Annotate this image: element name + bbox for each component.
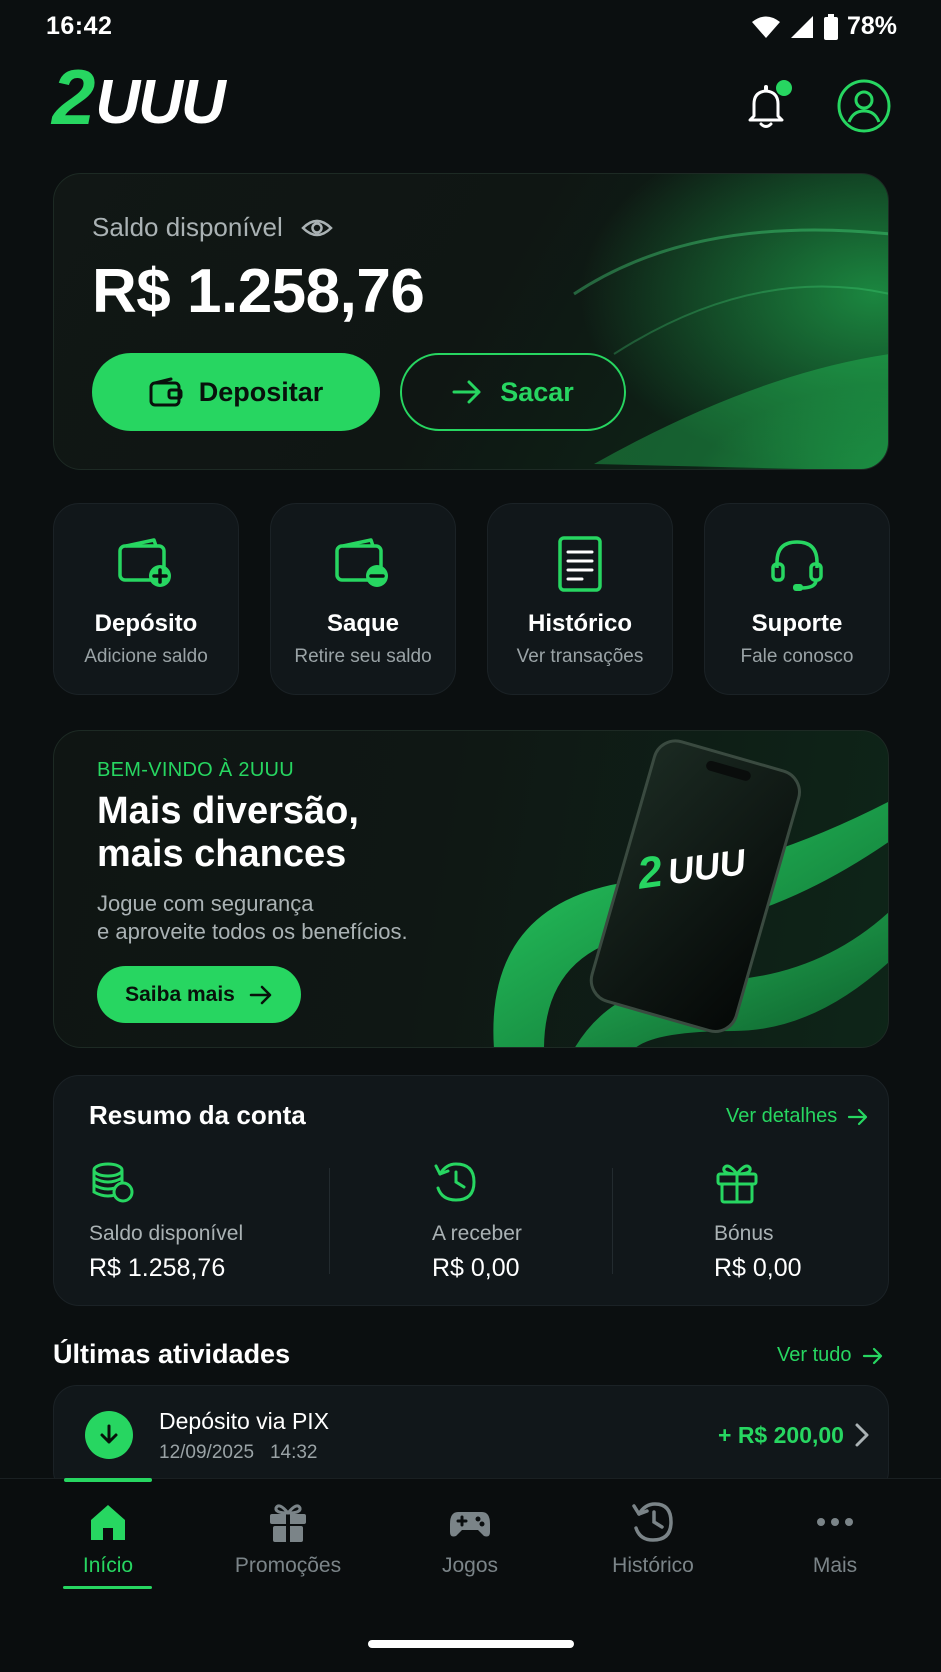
status-indicators: 78% xyxy=(751,12,897,41)
more-icon xyxy=(817,1518,853,1526)
withdraw-button[interactable]: Sacar xyxy=(400,353,626,431)
arrow-right-icon xyxy=(452,380,481,404)
profile-icon[interactable] xyxy=(836,78,892,134)
balance-amount: R$ 1.258,76 xyxy=(92,257,425,326)
document-icon xyxy=(558,536,602,592)
quick-action-title: Saque xyxy=(326,610,400,637)
withdraw-button-label: Sacar xyxy=(500,376,574,407)
arrow-right-icon xyxy=(848,1108,868,1125)
quick-action-suporte[interactable]: Suporte Fale conosco xyxy=(704,503,890,695)
quick-action-subtitle: Fale conosco xyxy=(740,646,854,667)
summary-item-value: R$ 0,00 xyxy=(714,1254,802,1282)
arrow-right-icon xyxy=(862,1347,882,1364)
nav-label: Jogos xyxy=(441,1554,499,1577)
notification-dot xyxy=(776,80,792,96)
coins-icon xyxy=(92,1162,134,1203)
promo-kicker: BEM-VINDO À 2UUU xyxy=(97,759,295,781)
learn-more-label: Saiba mais xyxy=(125,982,235,1006)
promo-subtitle-line2: e aproveite todos os benefícios. xyxy=(97,919,408,944)
quick-action-subtitle: Retire seu saldo xyxy=(294,646,432,667)
nav-label: Mais xyxy=(812,1554,858,1577)
summary-item-saldo: Saldo disponível R$ 1.258,76 xyxy=(89,1160,243,1283)
headset-icon xyxy=(771,540,823,591)
wallet-plus-icon xyxy=(118,538,171,587)
quick-action-saque[interactable]: Saque Retire seu saldo xyxy=(270,503,456,695)
gift-icon xyxy=(716,1164,758,1204)
activity-name: Depósito via PIX xyxy=(159,1408,330,1434)
quick-action-title: Suporte xyxy=(751,610,843,637)
summary-item-label: Saldo disponível xyxy=(89,1222,244,1245)
nav-label: Promoções xyxy=(234,1554,342,1577)
gift-icon xyxy=(270,1504,306,1542)
activity-datetime: 12/09/2025 14:32 xyxy=(159,1442,317,1464)
home-indicator[interactable] xyxy=(368,1640,574,1648)
nav-label: Histórico xyxy=(612,1554,694,1577)
battery-icon xyxy=(823,13,838,40)
deposit-button-label: Depositar xyxy=(198,376,324,407)
activities-see-all-label: Ver tudo xyxy=(777,1344,852,1366)
promo-title-line1: Mais diversão, xyxy=(97,790,359,832)
summary-item-bonus: Bónus R$ 0,00 xyxy=(714,1160,802,1283)
balance-label-text: Saldo disponível xyxy=(92,212,283,242)
summary-divider xyxy=(612,1168,613,1274)
battery-percent: 78% xyxy=(846,12,897,40)
activities-see-all-link[interactable]: Ver tudo xyxy=(777,1344,884,1367)
nav-item-inicio[interactable]: Início xyxy=(28,1500,188,1578)
promo-subtitle-line1: Jogue com segurança xyxy=(97,891,314,916)
signal-icon xyxy=(790,15,813,38)
quick-action-subtitle: Ver transações xyxy=(516,646,644,667)
nav-item-historico[interactable]: Histórico xyxy=(573,1500,733,1578)
promo-title-line2: mais chances xyxy=(97,833,347,875)
quick-action-deposito[interactable]: Depósito Adicione saldo xyxy=(53,503,239,695)
summary-item-a-receber: A receber R$ 0,00 xyxy=(432,1160,522,1283)
quick-action-historico[interactable]: Histórico Ver transações xyxy=(487,503,673,695)
summary-divider xyxy=(329,1168,330,1274)
wallet-icon xyxy=(149,377,183,407)
quick-action-title: Histórico xyxy=(527,610,632,637)
nav-item-mais[interactable]: Mais xyxy=(755,1500,915,1578)
summary-details-label: Ver detalhes xyxy=(726,1105,838,1127)
quick-action-title: Depósito xyxy=(94,610,198,637)
wifi-icon xyxy=(751,16,780,38)
logo-suffix: UUU xyxy=(95,68,225,137)
logo-prefix: 2 xyxy=(52,53,95,141)
nav-active-underline xyxy=(63,1586,152,1589)
deposit-arrow-icon xyxy=(85,1411,133,1459)
status-time: 16:42 xyxy=(46,12,113,40)
nav-item-promocoes[interactable]: Promoções xyxy=(208,1500,368,1578)
gamepad-icon xyxy=(450,1512,490,1537)
quick-action-subtitle: Adicione saldo xyxy=(84,646,208,667)
activity-time: 14:32 xyxy=(269,1442,318,1463)
deposit-button[interactable]: Depositar xyxy=(92,353,380,431)
summary-item-value: R$ 0,00 xyxy=(432,1254,520,1282)
summary-item-label: A receber xyxy=(432,1222,522,1245)
clock-history-icon xyxy=(434,1162,476,1202)
promo-title: Mais diversão, mais chances xyxy=(97,790,497,876)
summary-item-label: Bónus xyxy=(714,1222,774,1245)
activity-date: 12/09/2025 xyxy=(159,1442,255,1463)
chevron-right-icon xyxy=(855,1423,869,1447)
wallet-minus-icon xyxy=(335,538,388,587)
nav-label: Início xyxy=(82,1554,134,1577)
activities-title: Últimas atividades xyxy=(53,1339,291,1369)
balance-label: Saldo disponível xyxy=(92,212,333,243)
nav-item-jogos[interactable]: Jogos xyxy=(390,1500,550,1578)
summary-title: Resumo da conta xyxy=(89,1100,306,1130)
activity-amount: + R$ 200,00 xyxy=(718,1422,844,1448)
nav-active-indicator xyxy=(64,1478,152,1482)
summary-details-link[interactable]: Ver detalhes xyxy=(726,1105,869,1128)
arrow-right-icon xyxy=(249,985,272,1004)
promo-subtitle: Jogue com segurança e aproveite todos os… xyxy=(97,890,477,946)
learn-more-button[interactable]: Saiba mais xyxy=(97,966,301,1023)
eye-icon[interactable] xyxy=(301,217,333,239)
home-icon xyxy=(91,1505,125,1540)
history-icon xyxy=(632,1502,673,1542)
summary-item-value: R$ 1.258,76 xyxy=(89,1254,226,1282)
app-logo: 2 UUU xyxy=(52,58,226,137)
